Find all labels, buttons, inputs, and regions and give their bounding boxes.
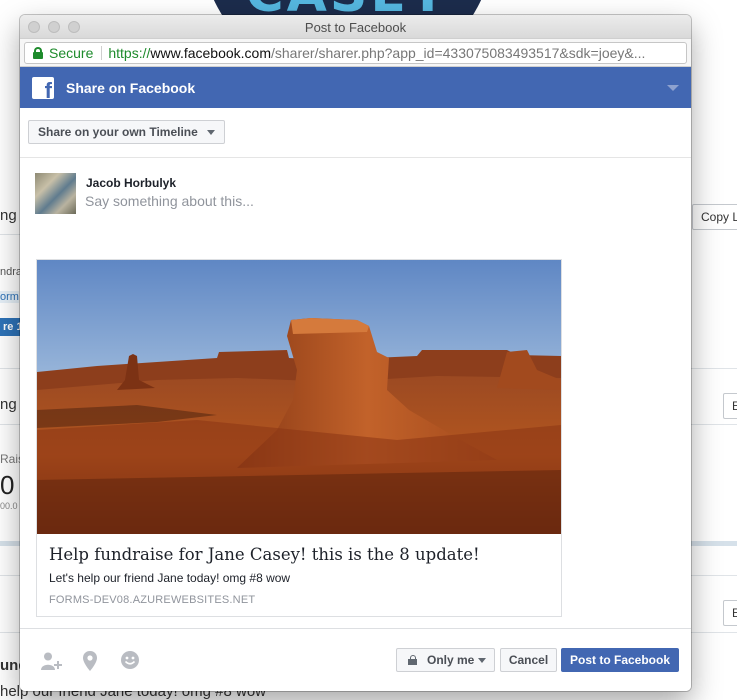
background-button[interactable]: E [723,600,737,626]
share-destination-dropdown[interactable]: Share on your own Timeline [28,120,225,144]
url-domain: www.facebook.com [150,45,271,61]
message-input[interactable] [85,191,645,211]
post-to-facebook-button[interactable]: Post to Facebook [561,648,679,672]
link-preview-card[interactable]: Help fundraise for Jane Casey! this is t… [36,259,562,617]
window-titlebar: Post to Facebook [20,15,691,39]
privacy-label: Only me [427,653,475,667]
secure-lock-icon [33,47,43,59]
user-name: Jacob Horbulyk [86,176,177,190]
desert-landscape-image [37,260,561,534]
url-field[interactable]: Secure https://www.facebook.com/sharer/s… [24,42,687,64]
preview-domain: FORMS-DEV08.AZUREWEBSITES.NET [49,594,256,606]
url-path: /sharer/sharer.php?app_id=43307508349351… [271,45,646,61]
background-fragment: 0 [0,470,15,500]
preview-description: Let's help our friend Jane today! omg #8… [49,571,291,585]
window-title: Post to Facebook [304,20,407,35]
background-copy-button[interactable]: Copy L [692,204,737,230]
facebook-header: f Share on Facebook [20,67,691,108]
lock-icon [408,655,417,665]
background-fragment: 00.0 [0,501,18,511]
share-popup-window: Post to Facebook Secure https://www.face… [20,15,691,691]
background-divider [0,234,20,235]
audience-bar: Share on your own Timeline [20,108,691,158]
address-bar: Secure https://www.facebook.com/sharer/s… [20,39,691,67]
tag-friends-icon[interactable] [40,651,62,671]
caret-down-icon [478,658,486,663]
chevron-down-icon[interactable] [667,85,679,91]
privacy-selector-button[interactable]: Only me [396,648,495,672]
preview-text: Help fundraise for Jane Casey! this is t… [37,534,561,606]
preview-title: Help fundraise for Jane Casey! this is t… [49,545,480,564]
secure-label: Secure [49,45,94,61]
location-pin-icon[interactable] [82,651,98,671]
url-scheme: https:// [108,45,151,61]
share-header-title: Share on Facebook [66,80,196,96]
share-destination-label: Share on your own Timeline [38,125,198,139]
emoji-smile-icon[interactable] [121,651,139,669]
background-button[interactable]: E [723,393,737,419]
cancel-button[interactable]: Cancel [500,648,557,672]
caret-down-icon [206,130,215,135]
url-separator [101,46,103,60]
background-fragment: ndra [0,266,23,278]
share-footer: Only me Cancel Post to Facebook [20,628,691,691]
avatar [35,173,76,214]
facebook-logo-icon: f [32,77,54,99]
background-fragment: orm [0,291,19,303]
composer: Jacob Horbulyk [20,158,691,258]
preview-image [37,260,561,534]
